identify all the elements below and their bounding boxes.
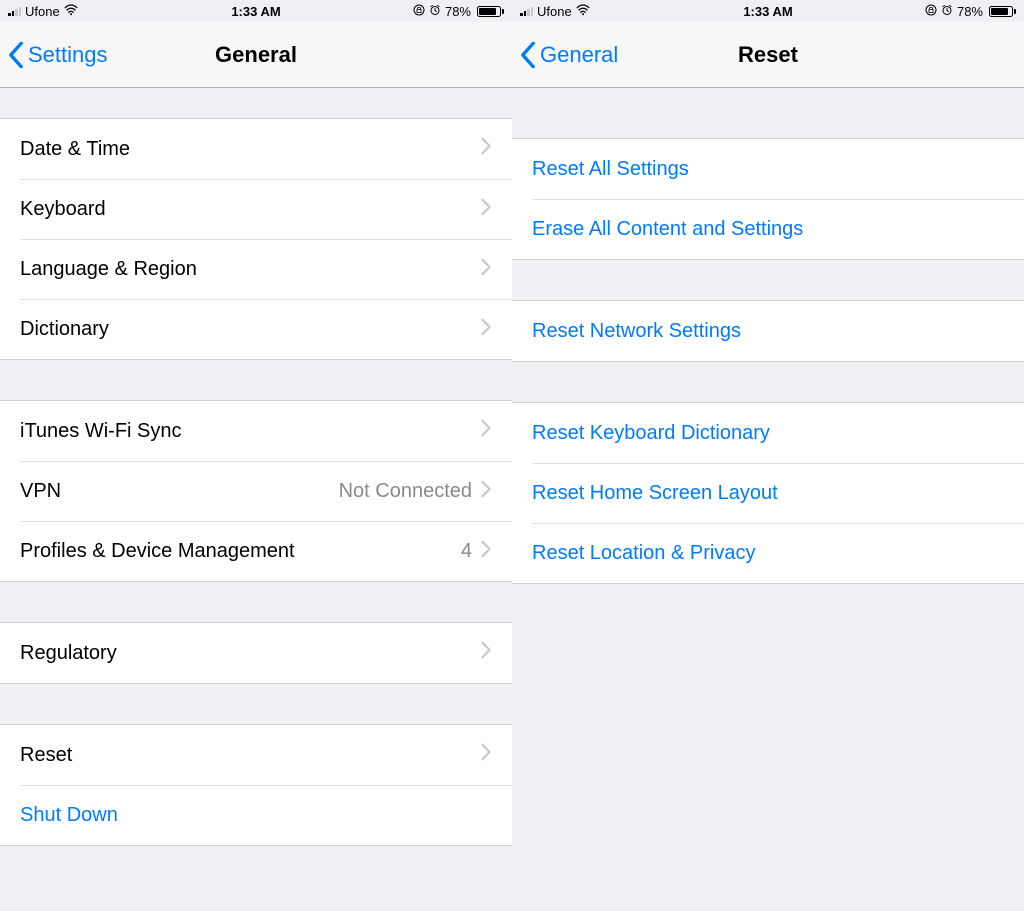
settings-group: Reset Keyboard Dictionary Reset Home Scre… — [512, 402, 1024, 584]
back-button[interactable]: General — [520, 42, 618, 68]
nav-bar: Settings General — [0, 22, 512, 88]
reset-settings-screen: Ufone 1:33 AM 78% General Reset Reset Al — [512, 0, 1024, 911]
row-label: Language & Region — [20, 258, 480, 281]
row-detail: 4 — [461, 540, 472, 563]
row-keyboard[interactable]: Keyboard — [20, 179, 512, 239]
row-profiles-device-management[interactable]: Profiles & Device Management4 — [20, 521, 512, 581]
row-label: Reset Network Settings — [532, 320, 1004, 343]
settings-group: Date & Time Keyboard Language & Region Dict… — [0, 118, 512, 360]
row-label: Dictionary — [20, 318, 480, 341]
row-reset-location-privacy[interactable]: Reset Location & Privacy — [532, 523, 1024, 583]
row-label: VPN — [20, 480, 339, 503]
alarm-icon — [941, 4, 953, 19]
carrier-label: Ufone — [537, 4, 572, 19]
signal-icon — [8, 6, 21, 16]
alarm-icon — [429, 4, 441, 19]
page-title: Reset — [738, 42, 798, 68]
chevron-right-icon — [480, 641, 492, 665]
row-label: Date & Time — [20, 138, 480, 161]
carrier-label: Ufone — [25, 4, 60, 19]
orientation-lock-icon — [413, 4, 425, 19]
row-label: Reset Location & Privacy — [532, 542, 1004, 565]
row-vpn[interactable]: VPNNot Connected — [20, 461, 512, 521]
settings-group: iTunes Wi-Fi SyncVPNNot ConnectedProfile… — [0, 400, 512, 582]
row-regulatory[interactable]: Regulatory — [0, 623, 512, 683]
row-dictionary[interactable]: Dictionary — [20, 299, 512, 359]
row-itunes-wi-fi-sync[interactable]: iTunes Wi-Fi Sync — [0, 401, 512, 461]
chevron-right-icon — [480, 540, 492, 564]
row-shut-down[interactable]: Shut Down — [20, 785, 512, 845]
row-reset-network-settings[interactable]: Reset Network Settings — [512, 301, 1024, 361]
row-label: Profiles & Device Management — [20, 540, 461, 563]
orientation-lock-icon — [925, 4, 937, 19]
nav-bar: General Reset — [512, 22, 1024, 88]
row-label: Reset Home Screen Layout — [532, 482, 1004, 505]
chevron-right-icon — [480, 743, 492, 767]
battery-icon — [987, 6, 1016, 17]
chevron-right-icon — [480, 198, 492, 222]
wifi-icon — [576, 4, 590, 19]
row-reset[interactable]: Reset — [0, 725, 512, 785]
row-label: Keyboard — [20, 198, 480, 221]
settings-group: Reset Network Settings — [512, 300, 1024, 362]
settings-group: Regulatory — [0, 622, 512, 684]
battery-percentage: 78% — [957, 4, 983, 19]
clock: 1:33 AM — [743, 4, 792, 19]
row-detail: Not Connected — [339, 480, 472, 503]
back-label: Settings — [28, 42, 108, 68]
back-label: General — [540, 42, 618, 68]
status-bar: Ufone 1:33 AM 78% — [0, 0, 512, 22]
row-reset-all-settings[interactable]: Reset All Settings — [512, 139, 1024, 199]
row-label: Reset All Settings — [532, 158, 1004, 181]
row-language-region[interactable]: Language & Region — [20, 239, 512, 299]
general-settings-screen: Ufone 1:33 AM 78% Settings General Date — [0, 0, 512, 911]
settings-group: Reset Shut Down — [0, 724, 512, 846]
wifi-icon — [64, 4, 78, 19]
chevron-right-icon — [480, 318, 492, 342]
row-reset-keyboard-dictionary[interactable]: Reset Keyboard Dictionary — [512, 403, 1024, 463]
row-erase-all-content-and-settings[interactable]: Erase All Content and Settings — [532, 199, 1024, 259]
row-label: Reset Keyboard Dictionary — [532, 422, 1004, 445]
status-bar: Ufone 1:33 AM 78% — [512, 0, 1024, 22]
row-label: Shut Down — [20, 804, 492, 827]
row-label: Reset — [20, 744, 480, 767]
row-label: Erase All Content and Settings — [532, 218, 1004, 241]
battery-percentage: 78% — [445, 4, 471, 19]
chevron-right-icon — [480, 137, 492, 161]
chevron-right-icon — [480, 480, 492, 504]
clock: 1:33 AM — [231, 4, 280, 19]
chevron-right-icon — [480, 419, 492, 443]
row-reset-home-screen-layout[interactable]: Reset Home Screen Layout — [532, 463, 1024, 523]
chevron-right-icon — [480, 258, 492, 282]
battery-icon — [475, 6, 504, 17]
back-button[interactable]: Settings — [8, 42, 108, 68]
signal-icon — [520, 6, 533, 16]
row-date-time[interactable]: Date & Time — [0, 119, 512, 179]
row-label: Regulatory — [20, 642, 480, 665]
settings-group: Reset All Settings Erase All Content and … — [512, 138, 1024, 260]
page-title: General — [215, 42, 297, 68]
row-label: iTunes Wi-Fi Sync — [20, 420, 480, 443]
